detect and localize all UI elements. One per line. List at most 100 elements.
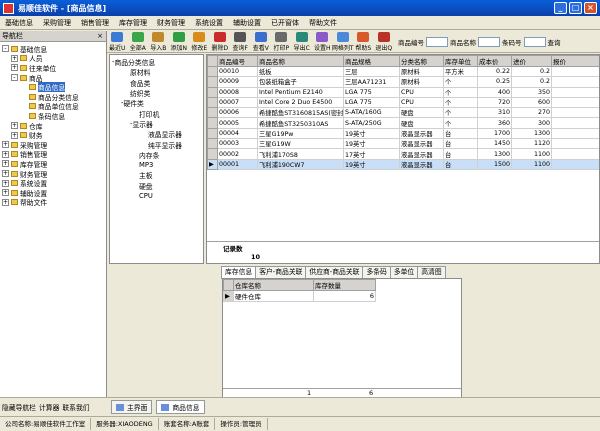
toolbar-button[interactable]: 退出Q (374, 31, 395, 52)
table-row[interactable]: 00002飞利浦170S817英寸液晶显示器台130011001 (207, 148, 599, 160)
menu-item[interactable]: 系统设置 (190, 18, 228, 28)
column-header[interactable]: 分类名称 (399, 55, 444, 67)
nav-item[interactable]: + 采购管理 (2, 140, 104, 150)
menu-item[interactable]: 采购管理 (38, 18, 76, 28)
category-item[interactable]: 纺织类 (112, 88, 201, 98)
nav-item[interactable]: 商品单位信息 (2, 102, 104, 111)
expand-toggle-icon[interactable]: - (11, 74, 18, 82)
menu-item[interactable]: 库存管理 (114, 18, 152, 28)
table-row[interactable]: 00007 Intel Core 2 Duo E4500 LGA 775 CPU 个 72… (207, 96, 599, 109)
column-header[interactable]: 库存单位 (443, 55, 478, 67)
detail-tab[interactable]: 高清图 (417, 266, 446, 278)
bottom-link[interactable]: 联系我们 (62, 402, 89, 412)
close-button[interactable]: × (584, 2, 597, 14)
table-row[interactable]: 00005 希捷酷鱼ST3250310AS S-ATA/250G 硬盘个 360 300 (207, 117, 599, 129)
table-row[interactable]: 00003三星G19W19英寸液晶显示器台145011201 (207, 138, 599, 150)
toolbar-button[interactable]: 最近U (107, 31, 128, 52)
nav-item[interactable]: 商品分类信息 (2, 92, 104, 102)
nav-item[interactable]: 条码信息 (2, 111, 104, 121)
category-item[interactable]: 食品类 (112, 78, 201, 88)
category-item[interactable]: MP3 (112, 160, 201, 170)
toolbar-button[interactable]: 导入B (148, 31, 169, 52)
table-row[interactable]: ▶00001飞利浦190CW719英寸液晶显示器台150011002 (207, 158, 599, 170)
bottom-link[interactable]: 计算器 (39, 402, 59, 412)
category-item[interactable]: 硬盘 (112, 181, 201, 191)
expand-toggle-icon[interactable]: + (11, 64, 18, 72)
nav-item[interactable]: + 销售管理 (2, 150, 104, 159)
toolbar-button[interactable]: 修改E (189, 31, 210, 52)
category-item[interactable]: 打印机 (112, 108, 201, 119)
expand-toggle-icon[interactable]: + (11, 122, 18, 130)
nav-item[interactable]: - 基础信息 (2, 44, 104, 54)
window-tab[interactable]: 商品信息 (156, 400, 205, 414)
table-row[interactable]: 00010 纸板 三层 原材料 平方米 0.22 0.2 (207, 65, 599, 78)
category-item[interactable]: - 显示器 (112, 119, 201, 129)
detail-tab[interactable]: 多条码 (362, 266, 391, 278)
search-input[interactable] (426, 36, 448, 47)
category-item[interactable]: - 硬件类 (112, 98, 201, 108)
toolbar-button[interactable]: 打印P (271, 31, 292, 52)
nav-item[interactable]: + 财务 (2, 130, 104, 140)
category-item[interactable]: - 商品分类信息 (112, 57, 201, 67)
nav-item[interactable]: 商品信息 (2, 82, 104, 93)
category-item[interactable]: CPU (112, 191, 201, 201)
menu-item[interactable]: 财务管理 (152, 18, 190, 28)
menu-item[interactable]: 基础信息 (0, 18, 38, 28)
expand-toggle-icon[interactable]: + (2, 150, 9, 158)
nav-item[interactable]: + 辅助设置 (2, 188, 104, 198)
menu-item[interactable]: 已开窗体 (266, 18, 304, 28)
table-row[interactable]: ▶ 硬件仓库 6 (223, 290, 376, 302)
table-row[interactable]: 00009 包装纸箱盒子 三层AA71231 原材料个 0.25 0.2 (207, 76, 599, 88)
toolbar-button[interactable]: 全部A (128, 31, 149, 52)
table-row[interactable]: 00008 Intel Pentium E2140 LGA 775 CPU 个 400 35… (207, 86, 599, 98)
nav-item[interactable]: + 财务管理 (2, 169, 104, 179)
column-header[interactable]: 报价 (551, 55, 599, 67)
toolbar-button[interactable]: 设置H (312, 31, 333, 52)
expand-toggle-icon[interactable]: + (2, 170, 9, 178)
expand-toggle-icon[interactable]: + (2, 160, 9, 168)
nav-item[interactable]: + 库存管理 (2, 159, 104, 169)
nav-item[interactable]: + 往来单位 (2, 63, 104, 73)
search-input[interactable] (523, 36, 546, 47)
category-item[interactable]: 原材料 (112, 67, 201, 77)
table-row[interactable]: 00006 希捷酷鱼ST3160815AS(密封) S-ATA/160G 硬盘个 310… (207, 107, 599, 119)
detail-tab[interactable]: 多单位 (389, 266, 419, 278)
nav-item[interactable]: + 系统设置 (2, 178, 104, 188)
column-header[interactable]: 成本价 (477, 55, 512, 67)
column-header[interactable]: 库存数量 (313, 279, 376, 291)
category-item[interactable]: 内存条 (112, 150, 201, 160)
expand-toggle-icon[interactable]: + (11, 131, 18, 139)
toolbar-button[interactable]: 添加N (169, 31, 190, 52)
search-input[interactable] (478, 36, 500, 47)
expand-toggle-icon[interactable]: - (2, 45, 9, 53)
menu-item[interactable]: 辅助设置 (228, 18, 266, 28)
toolbar-button[interactable]: 查询F (230, 31, 251, 52)
column-header[interactable]: 商品规格 (343, 55, 400, 67)
toolbar-button[interactable]: 查看V (251, 31, 272, 52)
maximize-button[interactable]: □ (569, 2, 582, 14)
nav-item[interactable]: - 商品 (2, 73, 104, 83)
category-item[interactable]: 液晶显示器 (112, 129, 201, 139)
close-icon[interactable]: × (97, 32, 106, 40)
menu-item[interactable]: 销售管理 (76, 18, 114, 28)
nav-item[interactable]: + 仓库 (2, 121, 104, 131)
detail-tab[interactable]: 供应商-商品关联 (305, 266, 364, 278)
expand-toggle-icon[interactable]: + (11, 54, 18, 62)
window-tab[interactable]: 主界面 (111, 400, 153, 414)
expand-toggle-icon[interactable]: + (2, 179, 9, 187)
toolbar-button[interactable]: 帮助S (353, 31, 374, 52)
query-button[interactable]: 查询 (548, 37, 561, 47)
nav-item[interactable]: + 帮助文件 (2, 198, 104, 207)
column-header[interactable]: 商品名称 (257, 55, 344, 67)
column-header[interactable]: 进价 (511, 55, 552, 67)
category-item[interactable]: 纯平显示器 (112, 139, 201, 150)
toolbar-button[interactable]: 导出C (292, 31, 313, 52)
detail-tab[interactable]: 客户-商品关联 (255, 266, 307, 278)
toolbar-button[interactable]: 删除D (210, 31, 231, 52)
expand-toggle-icon[interactable]: + (2, 198, 9, 206)
category-item[interactable]: 主板 (112, 170, 201, 180)
bottom-link[interactable]: 隐藏导航栏 (2, 402, 36, 412)
table-row[interactable]: 00004三星G19Pw19英寸液晶显示器台170013002 (207, 127, 599, 140)
nav-item[interactable]: + 人员 (2, 54, 104, 63)
expand-toggle-icon[interactable]: + (2, 189, 9, 197)
